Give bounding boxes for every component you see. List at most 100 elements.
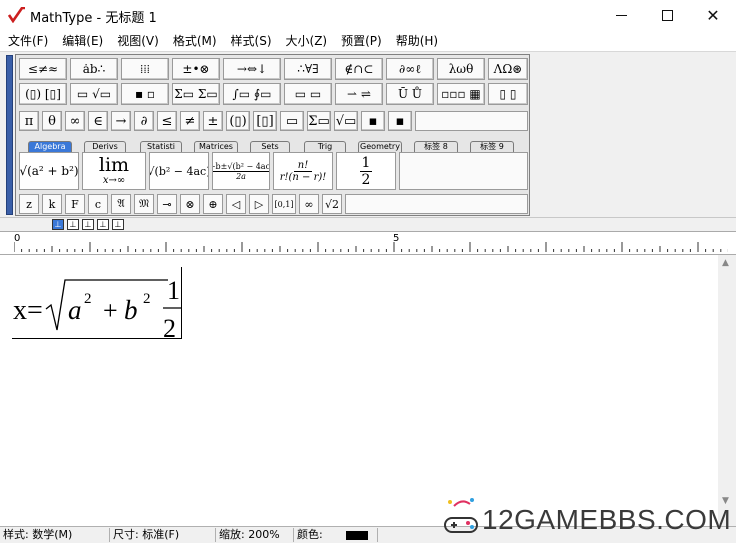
tab-trig[interactable]: Trig bbox=[304, 141, 346, 152]
tab-derivs[interactable]: Derivs bbox=[84, 141, 126, 152]
greek-lowercase-palette-button[interactable]: λωθ bbox=[437, 58, 485, 80]
tab-matrices[interactable]: Matrices bbox=[194, 141, 238, 152]
embellishments-palette-button[interactable]: ⁞⁞⁞ bbox=[121, 58, 169, 80]
quadratic-formula-numerator: −b±√(b² − 4ac) bbox=[213, 162, 269, 172]
templates-empty-slot[interactable] bbox=[399, 152, 528, 190]
binomial-coefficient-template[interactable]: n! r!(n − r)! bbox=[273, 152, 333, 190]
menu-file[interactable]: 文件(F) bbox=[4, 32, 52, 49]
scroll-up-icon[interactable]: ▲ bbox=[722, 258, 729, 268]
arrows-palette-button[interactable]: →⇔↓ bbox=[223, 58, 281, 80]
pi-symbol-button[interactable]: π bbox=[19, 111, 39, 131]
tab-stop-right[interactable]: ⊥ bbox=[82, 219, 94, 230]
superscript-template-button[interactable]: ▪ bbox=[361, 111, 385, 131]
menu-style[interactable]: 样式(S) bbox=[227, 32, 276, 49]
underbar-templates-button[interactable]: ▭ ▭ bbox=[284, 83, 332, 105]
one-half-template[interactable]: 1 2 bbox=[336, 152, 396, 190]
quick-symbols-empty-slot[interactable] bbox=[415, 111, 528, 131]
menu-format[interactable]: 格式(M) bbox=[169, 32, 221, 49]
binomial-denominator: r!(n − r)! bbox=[279, 171, 327, 183]
mini-template-9[interactable]: ⊕ bbox=[203, 194, 223, 214]
limit-template[interactable]: lim x→∞ bbox=[82, 152, 146, 190]
menu-view[interactable]: 视图(V) bbox=[113, 32, 163, 49]
subscript-template-button[interactable]: ▪ bbox=[388, 111, 412, 131]
tab-stop-relation[interactable]: ⊥ bbox=[97, 219, 109, 230]
menu-help[interactable]: 帮助(H) bbox=[392, 32, 442, 49]
box-templates-button[interactable]: ▯ ▯ bbox=[488, 83, 528, 105]
minimize-button[interactable] bbox=[598, 0, 644, 30]
mini-template-6[interactable]: 𝔐 bbox=[134, 194, 154, 214]
operators-palette-button[interactable]: ±•⊗ bbox=[172, 58, 220, 80]
mini-template-11[interactable]: ▷ bbox=[249, 194, 269, 214]
mini-template-2[interactable]: k bbox=[42, 194, 62, 214]
tab-stop-center[interactable]: ⊥ bbox=[67, 219, 79, 230]
fraction-small-template-button[interactable]: Σ▭ bbox=[307, 111, 331, 131]
ruler[interactable]: 0 5 bbox=[0, 231, 736, 255]
integral-templates-button[interactable]: ∫▭ ∮▭ bbox=[223, 83, 281, 105]
summation-templates-button[interactable]: Σ▭ Σ▭ bbox=[172, 83, 220, 105]
greek-uppercase-palette-button[interactable]: ΛΩ⊛ bbox=[488, 58, 528, 80]
mini-template-5[interactable]: 𝔄 bbox=[111, 194, 131, 214]
sqrt-template-button[interactable]: √▭ bbox=[334, 111, 358, 131]
status-zoom[interactable]: 缩放: 200% bbox=[216, 528, 294, 542]
quadratic-formula-template[interactable]: −b±√(b² − 4ac) 2a bbox=[212, 152, 270, 190]
sets-palette-button[interactable]: ∉∩⊂ bbox=[335, 58, 383, 80]
close-icon: ✕ bbox=[706, 5, 720, 25]
mini-template-13[interactable]: ∞ bbox=[299, 194, 319, 214]
less-equal-symbol-button[interactable]: ≤ bbox=[157, 111, 177, 131]
partial-symbol-button[interactable]: ∂ bbox=[134, 111, 154, 131]
not-equal-symbol-button[interactable]: ≠ bbox=[180, 111, 200, 131]
matrix-templates-button[interactable]: ▫▫▫ ▦ bbox=[437, 83, 485, 105]
maximize-button[interactable] bbox=[644, 0, 690, 30]
tab-label-9[interactable]: 标签 9 bbox=[470, 141, 514, 152]
menu-preferences[interactable]: 预置(P) bbox=[337, 32, 386, 49]
mini-template-8[interactable]: ⊗ bbox=[180, 194, 200, 214]
tab-algebra[interactable]: Algebra bbox=[28, 141, 72, 152]
status-size[interactable]: 尺寸: 标准(F) bbox=[110, 528, 216, 542]
toolbar-grip[interactable] bbox=[6, 55, 13, 215]
menu-edit[interactable]: 编辑(E) bbox=[58, 32, 107, 49]
sqrt-sum-template[interactable]: √(a² + b²) bbox=[19, 152, 79, 190]
vertical-scrollbar[interactable]: ▲ ▼ bbox=[718, 255, 736, 526]
logic-palette-button[interactable]: ∴∀∃ bbox=[284, 58, 332, 80]
brackets-template-button[interactable]: [▯] bbox=[253, 111, 277, 131]
plus-minus-symbol-button[interactable]: ± bbox=[203, 111, 223, 131]
parentheses-template-button[interactable]: (▯) bbox=[226, 111, 250, 131]
theta-symbol-button[interactable]: θ bbox=[42, 111, 62, 131]
misc-symbols-palette-button[interactable]: ∂∞ℓ bbox=[386, 58, 434, 80]
sqrt-discriminant-template[interactable]: √(b² − 4ac) bbox=[149, 152, 209, 190]
tab-statistics[interactable]: Statisti bbox=[140, 141, 182, 152]
tab-geometry[interactable]: Geometry bbox=[358, 141, 402, 152]
tab-stop-decimal[interactable]: ⊥ bbox=[112, 219, 124, 230]
right-arrow-symbol-button[interactable]: → bbox=[111, 111, 131, 131]
mini-templates-empty-slot[interactable] bbox=[345, 194, 528, 214]
mini-template-3[interactable]: F bbox=[65, 194, 85, 214]
mini-template-14[interactable]: √2 bbox=[322, 194, 342, 214]
spaces-palette-button[interactable]: ȧb∴ bbox=[70, 58, 118, 80]
status-style[interactable]: 样式: 数学(M) bbox=[0, 528, 110, 542]
close-button[interactable]: ✕ bbox=[690, 0, 736, 30]
tab-stop-left[interactable]: ⊥ bbox=[52, 219, 64, 230]
mini-template-4[interactable]: c bbox=[88, 194, 108, 214]
limit-template-top: lim bbox=[98, 154, 130, 176]
equation-editor[interactable]: x= a 2 + b 2 1 2 bbox=[0, 255, 718, 526]
mini-template-12[interactable]: [0,1] bbox=[272, 194, 296, 214]
tab-sets[interactable]: Sets bbox=[250, 141, 290, 152]
infinity-symbol-button[interactable]: ∞ bbox=[65, 111, 85, 131]
labeled-arrow-templates-button[interactable]: ⇀ ⇌ bbox=[335, 83, 383, 105]
element-of-symbol-button[interactable]: ∈ bbox=[88, 111, 108, 131]
subscript-templates-button[interactable]: ▪ ▫ bbox=[121, 83, 169, 105]
binomial-numerator: n! bbox=[293, 160, 313, 172]
fence-templates-button[interactable]: (▯) [▯] bbox=[19, 83, 67, 105]
mini-template-1[interactable]: z bbox=[19, 194, 39, 214]
menu-size[interactable]: 大小(Z) bbox=[282, 32, 332, 49]
fraction-radical-templates-button[interactable]: ▭ √▭ bbox=[70, 83, 118, 105]
color-swatch[interactable] bbox=[346, 531, 368, 540]
products-templates-button[interactable]: Ū Ů bbox=[386, 83, 434, 105]
maximize-icon bbox=[661, 9, 673, 21]
tab-label-8[interactable]: 标签 8 bbox=[414, 141, 458, 152]
relations-palette-button[interactable]: ≤≠≈ bbox=[19, 58, 67, 80]
mini-template-7[interactable]: ⊸ bbox=[157, 194, 177, 214]
fraction-template-button[interactable]: ▭ bbox=[280, 111, 304, 131]
mini-template-10[interactable]: ◁ bbox=[226, 194, 246, 214]
equation-b: b bbox=[124, 295, 138, 325]
